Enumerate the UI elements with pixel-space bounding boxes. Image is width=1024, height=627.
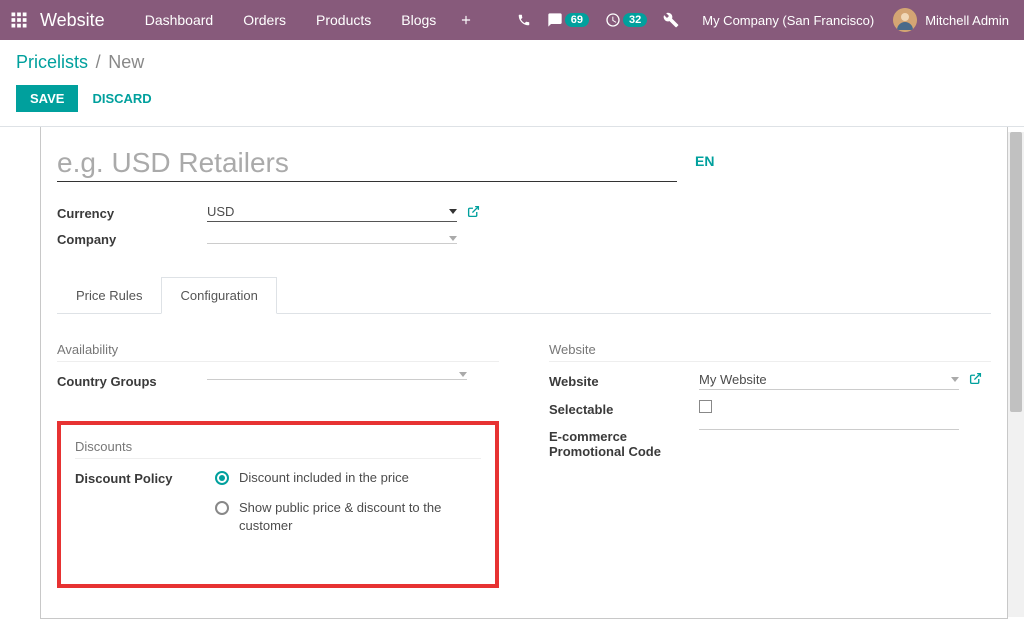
app-title[interactable]: Website	[40, 10, 105, 31]
external-link-icon[interactable]	[969, 372, 982, 388]
country-groups-label: Country Groups	[57, 372, 207, 389]
discount-policy-label: Discount Policy	[75, 469, 215, 486]
breadcrumb-root[interactable]: Pricelists	[16, 52, 88, 72]
nav-blogs[interactable]: Blogs	[386, 12, 451, 28]
avatar[interactable]	[893, 8, 917, 32]
currency-label: Currency	[57, 206, 207, 221]
nav-orders[interactable]: Orders	[228, 12, 301, 28]
breadcrumb-sep: /	[96, 52, 101, 72]
breadcrumb-current: New	[108, 52, 144, 72]
messages-badge: 69	[565, 13, 589, 27]
discount-option-public-label: Show public price & discount to the cust…	[239, 499, 449, 535]
tab-configuration[interactable]: Configuration	[161, 277, 276, 314]
website-title: Website	[549, 342, 991, 362]
availability-title: Availability	[57, 342, 499, 362]
promo-code-label: E-commerce Promotional Code	[549, 427, 699, 459]
vertical-scrollbar[interactable]	[1008, 132, 1024, 617]
tabs: Price Rules Configuration	[57, 277, 991, 314]
caret-down-icon[interactable]	[459, 372, 467, 377]
external-link-icon[interactable]	[467, 205, 480, 221]
scrollbar-thumb[interactable]	[1010, 132, 1022, 412]
selectable-checkbox[interactable]	[699, 400, 712, 413]
website-field[interactable]: My Website	[699, 372, 959, 390]
apps-icon[interactable]	[10, 11, 28, 29]
form-sheet: EN Currency USD Company Price Rules Conf…	[40, 127, 1008, 619]
breadcrumb: Pricelists / New	[0, 40, 1024, 81]
country-groups-field[interactable]	[207, 372, 467, 380]
lang-button[interactable]: EN	[695, 153, 714, 169]
discount-option-included[interactable]: Discount included in the price	[215, 469, 481, 487]
currency-value: USD	[207, 204, 449, 219]
save-button[interactable]: SAVE	[16, 85, 78, 112]
phone-icon[interactable]	[509, 13, 539, 27]
discount-option-included-label: Discount included in the price	[239, 469, 409, 487]
nav-dashboard[interactable]: Dashboard	[130, 12, 229, 28]
website-value: My Website	[699, 372, 951, 387]
radio-icon	[215, 501, 229, 515]
discounts-title: Discounts	[75, 439, 481, 459]
discount-option-public[interactable]: Show public price & discount to the cust…	[215, 499, 481, 535]
top-nav: Website Dashboard Orders Products Blogs …	[0, 0, 1024, 40]
tools-icon[interactable]	[655, 12, 687, 28]
promo-code-field[interactable]	[699, 427, 959, 430]
tab-price-rules[interactable]: Price Rules	[57, 277, 161, 313]
caret-down-icon[interactable]	[951, 377, 959, 382]
website-label: Website	[549, 372, 699, 389]
plus-icon[interactable]	[451, 13, 481, 27]
discounts-highlight-box: Discounts Discount Policy Discount inclu…	[57, 421, 499, 588]
radio-icon	[215, 471, 229, 485]
selectable-label: Selectable	[549, 400, 699, 417]
messages-icon[interactable]: 69	[539, 12, 597, 28]
action-bar: SAVE DISCARD	[0, 81, 1024, 127]
nav-products[interactable]: Products	[301, 12, 386, 28]
activity-badge: 32	[623, 13, 647, 27]
activity-icon[interactable]: 32	[597, 12, 655, 28]
name-input[interactable]	[57, 145, 677, 182]
company-label: Company	[57, 232, 207, 247]
caret-down-icon[interactable]	[449, 209, 457, 214]
company-field[interactable]	[207, 236, 457, 244]
caret-down-icon[interactable]	[449, 236, 457, 241]
discard-button[interactable]: DISCARD	[92, 91, 151, 106]
username[interactable]: Mitchell Admin	[925, 13, 1014, 28]
currency-field[interactable]: USD	[207, 204, 457, 222]
company-selector[interactable]: My Company (San Francisco)	[687, 13, 889, 28]
